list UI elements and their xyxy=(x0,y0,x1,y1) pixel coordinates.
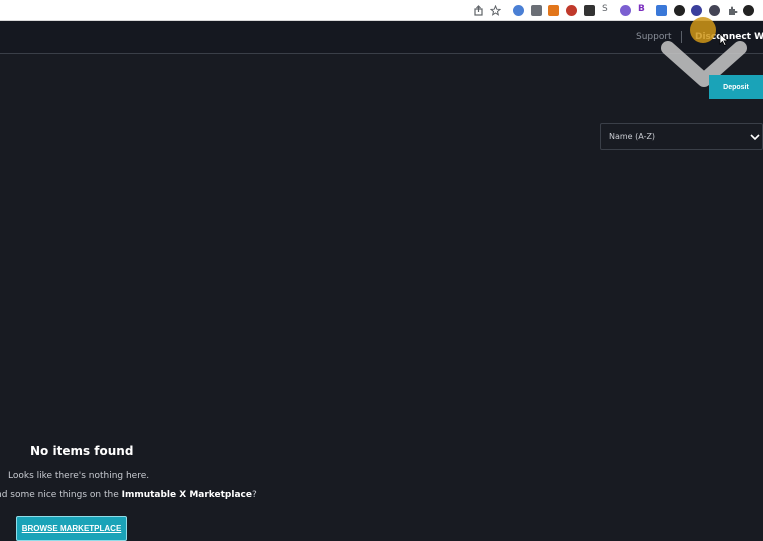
extension-icon[interactable] xyxy=(531,5,542,16)
profile-icon[interactable] xyxy=(743,5,754,16)
extension-icon[interactable]: S xyxy=(602,4,613,15)
extension-icon[interactable] xyxy=(674,5,685,16)
extension-icon[interactable] xyxy=(656,5,667,16)
deposit-button[interactable]: Deposit xyxy=(709,75,763,99)
browse-marketplace-button[interactable]: BROWSE MARKETPLACE xyxy=(16,516,127,541)
extension-icon[interactable] xyxy=(584,5,595,16)
chevron-down-icon xyxy=(750,134,760,141)
empty-state-title: No items found xyxy=(30,444,134,458)
empty-state-prompt: nd some nice things on the Immutable X M… xyxy=(0,490,257,500)
metamask-icon[interactable] xyxy=(548,5,559,16)
extension-icon[interactable] xyxy=(691,5,702,16)
empty-state-subtitle: Looks like there's nothing here. xyxy=(8,471,150,481)
prompt-prefix: nd some nice things on the xyxy=(0,490,122,500)
browser-toolbar: S B xyxy=(0,0,763,21)
extension-icon[interactable] xyxy=(566,5,577,16)
mouse-pointer-icon xyxy=(719,33,729,46)
share-icon[interactable] xyxy=(473,5,484,16)
puzzle-icon[interactable] xyxy=(727,5,738,16)
bookmark-star-icon[interactable] xyxy=(490,5,501,16)
extension-icon[interactable] xyxy=(513,5,524,16)
sort-dropdown[interactable]: Name (A-Z) xyxy=(600,123,763,150)
sort-selected-value: Name (A-Z) xyxy=(609,132,656,141)
marketplace-name: Immutable X Marketplace xyxy=(121,490,252,500)
extension-icon[interactable] xyxy=(620,5,631,16)
prompt-suffix: ? xyxy=(251,490,257,500)
app-header: Support Disconnect Wallet xyxy=(0,21,763,54)
extension-icon[interactable] xyxy=(709,5,720,16)
extension-icon[interactable]: B xyxy=(638,4,649,15)
